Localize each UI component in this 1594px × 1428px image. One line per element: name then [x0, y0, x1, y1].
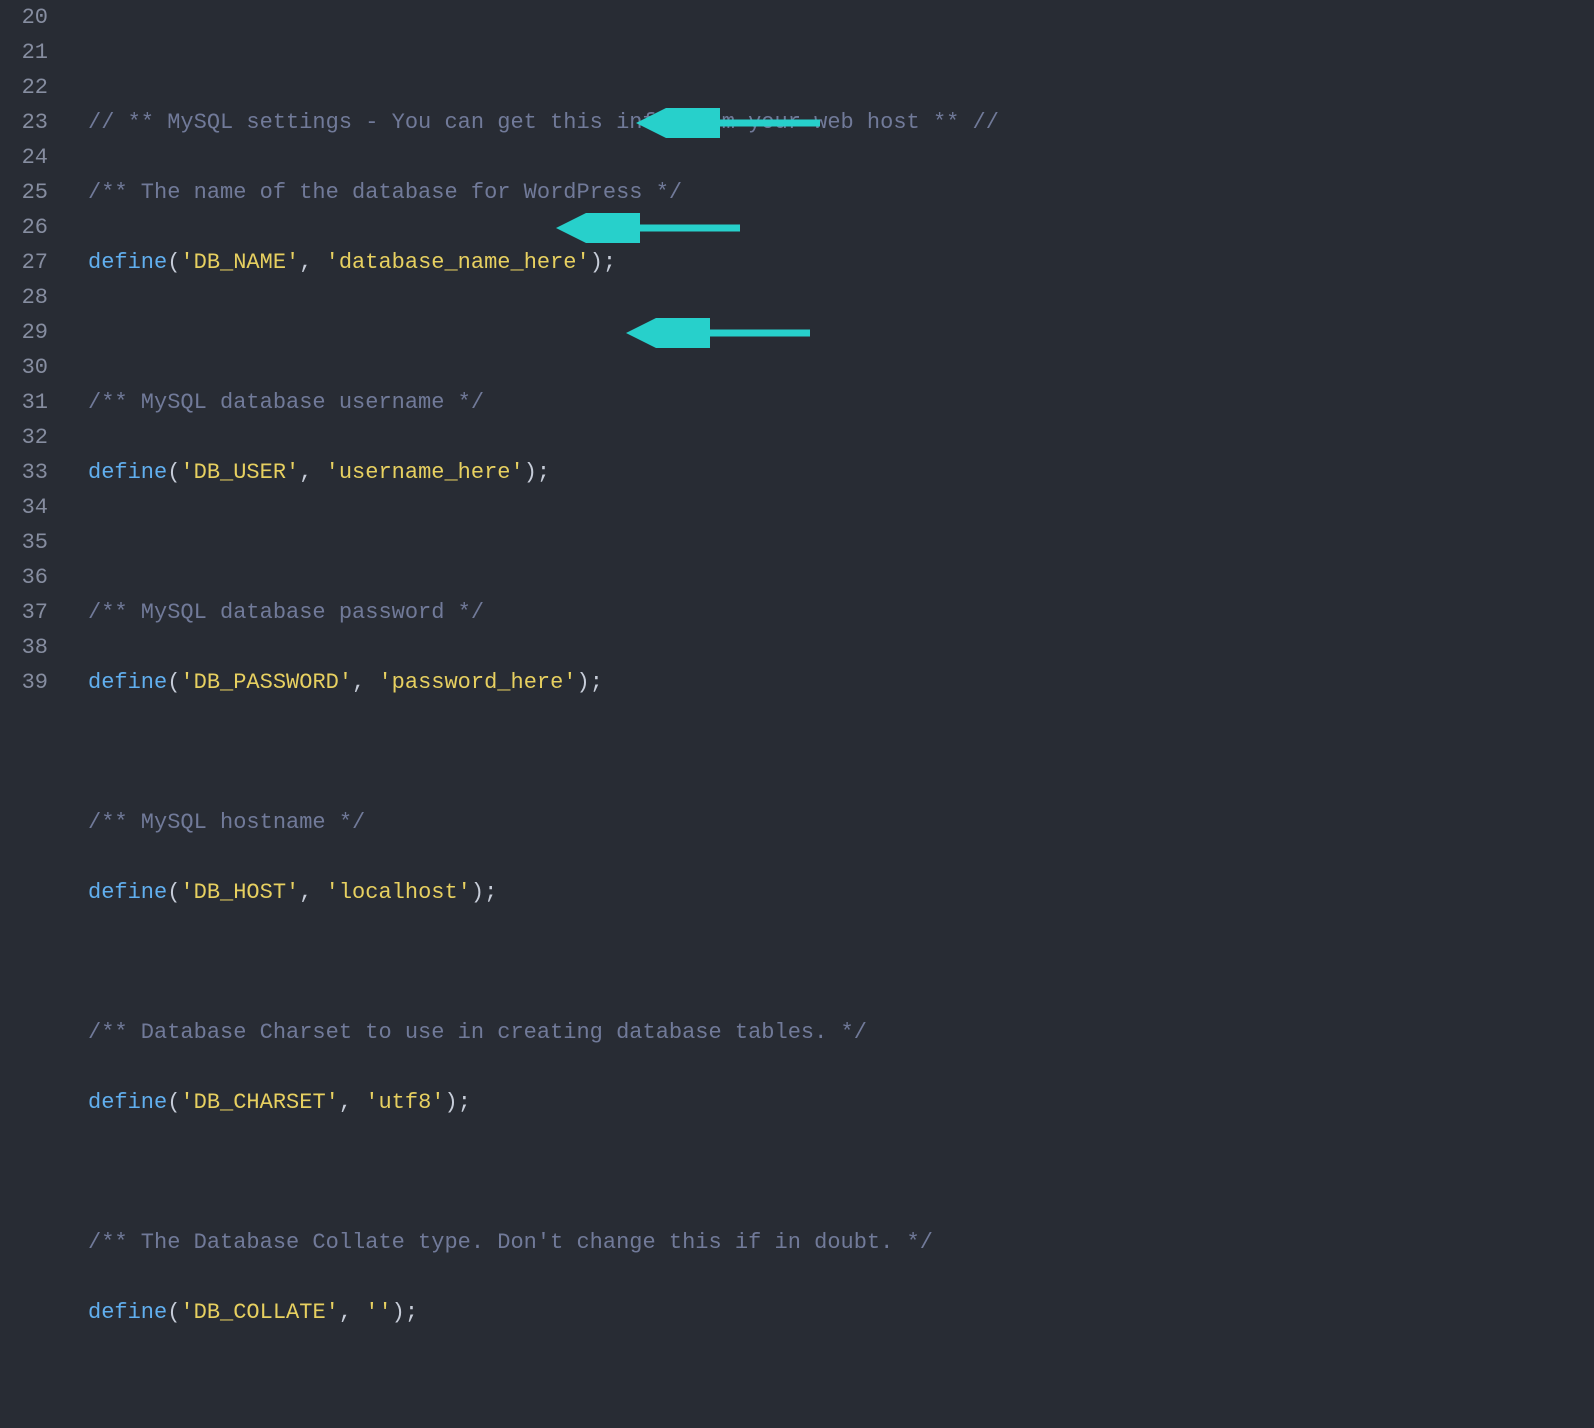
- line-number: 38: [0, 630, 48, 665]
- code-content[interactable]: // ** MySQL settings - You can get this …: [60, 0, 1594, 714]
- code-line[interactable]: [88, 1365, 1594, 1400]
- line-number: 27: [0, 245, 48, 280]
- punct: (: [167, 1300, 180, 1325]
- code-line[interactable]: define('DB_PASSWORD', 'password_here');: [88, 665, 1594, 700]
- string-text: 'DB_PASSWORD': [180, 670, 352, 695]
- punct: ,: [299, 460, 325, 485]
- line-number: 28: [0, 280, 48, 315]
- line-number: 36: [0, 560, 48, 595]
- comment-text: /** Database Charset to use in creating …: [88, 1020, 867, 1045]
- code-line[interactable]: [88, 735, 1594, 770]
- code-line[interactable]: [88, 315, 1594, 350]
- punct: ;: [484, 880, 497, 905]
- code-line[interactable]: /** MySQL hostname */: [88, 805, 1594, 840]
- punct: ;: [603, 250, 616, 275]
- code-line[interactable]: /** MySQL database username */: [88, 385, 1594, 420]
- string-text: 'DB_USER': [180, 460, 299, 485]
- string-text: 'DB_NAME': [180, 250, 299, 275]
- punct: ): [471, 880, 484, 905]
- line-number: 32: [0, 420, 48, 455]
- line-number-gutter: 20 21 22 23 24 25 26 27 28 29 30 31 32 3…: [0, 0, 60, 714]
- code-line[interactable]: /** MySQL database password */: [88, 595, 1594, 630]
- punct: ): [392, 1300, 405, 1325]
- line-number: 24: [0, 140, 48, 175]
- string-text: 'localhost': [326, 880, 471, 905]
- keyword-text: define: [88, 1300, 167, 1325]
- line-number: 21: [0, 35, 48, 70]
- line-number: 37: [0, 595, 48, 630]
- comment-text: /** MySQL database password */: [88, 600, 484, 625]
- keyword-text: define: [88, 460, 167, 485]
- code-line[interactable]: /** Database Charset to use in creating …: [88, 1015, 1594, 1050]
- line-number: 35: [0, 525, 48, 560]
- line-number: 31: [0, 385, 48, 420]
- comment-text: // ** MySQL settings - You can get this …: [88, 110, 999, 135]
- code-line[interactable]: [88, 525, 1594, 560]
- punct: ;: [405, 1300, 418, 1325]
- code-line[interactable]: /** The name of the database for WordPre…: [88, 175, 1594, 210]
- comment-text: /** MySQL hostname */: [88, 810, 365, 835]
- code-line[interactable]: define('DB_HOST', 'localhost');: [88, 875, 1594, 910]
- keyword-text: define: [88, 670, 167, 695]
- punct: ): [577, 670, 590, 695]
- punct: ): [590, 250, 603, 275]
- line-number: 30: [0, 350, 48, 385]
- punct: (: [167, 460, 180, 485]
- punct: (: [167, 670, 180, 695]
- code-line[interactable]: // ** MySQL settings - You can get this …: [88, 105, 1594, 140]
- code-line[interactable]: [88, 35, 1594, 70]
- line-number: 26: [0, 210, 48, 245]
- punct: ,: [352, 670, 378, 695]
- punct: ,: [299, 880, 325, 905]
- comment-text: /** The name of the database for WordPre…: [88, 180, 682, 205]
- string-text: 'utf8': [365, 1090, 444, 1115]
- code-line[interactable]: [88, 945, 1594, 980]
- punct: (: [167, 880, 180, 905]
- code-line[interactable]: /** The Database Collate type. Don't cha…: [88, 1225, 1594, 1260]
- code-editor[interactable]: 20 21 22 23 24 25 26 27 28 29 30 31 32 3…: [0, 0, 1594, 714]
- string-text: 'database_name_here': [326, 250, 590, 275]
- line-number: 22: [0, 70, 48, 105]
- punct: ;: [590, 670, 603, 695]
- code-line[interactable]: [88, 1155, 1594, 1190]
- code-line[interactable]: define('DB_NAME', 'database_name_here');: [88, 245, 1594, 280]
- string-text: 'DB_HOST': [180, 880, 299, 905]
- string-text: 'DB_CHARSET': [180, 1090, 338, 1115]
- punct: ,: [299, 250, 325, 275]
- code-line[interactable]: define('DB_COLLATE', '');: [88, 1295, 1594, 1330]
- punct: (: [167, 1090, 180, 1115]
- code-line[interactable]: define('DB_CHARSET', 'utf8');: [88, 1085, 1594, 1120]
- code-line[interactable]: define('DB_USER', 'username_here');: [88, 455, 1594, 490]
- punct: ,: [339, 1090, 365, 1115]
- string-text: 'username_here': [326, 460, 524, 485]
- line-number: 25: [0, 175, 48, 210]
- comment-text: /** The Database Collate type. Don't cha…: [88, 1230, 933, 1255]
- line-number: 20: [0, 0, 48, 35]
- comment-text: /** MySQL database username */: [88, 390, 484, 415]
- punct: ;: [458, 1090, 471, 1115]
- line-number: 34: [0, 490, 48, 525]
- keyword-text: define: [88, 1090, 167, 1115]
- line-number: 39: [0, 665, 48, 700]
- punct: (: [167, 250, 180, 275]
- keyword-text: define: [88, 250, 167, 275]
- punct: ;: [537, 460, 550, 485]
- punct: ): [444, 1090, 457, 1115]
- keyword-text: define: [88, 880, 167, 905]
- string-text: 'DB_COLLATE': [180, 1300, 338, 1325]
- string-text: '': [365, 1300, 391, 1325]
- string-text: 'password_here': [378, 670, 576, 695]
- line-number: 23: [0, 105, 48, 140]
- punct: ,: [339, 1300, 365, 1325]
- line-number: 33: [0, 455, 48, 490]
- line-number: 29: [0, 315, 48, 350]
- punct: ): [524, 460, 537, 485]
